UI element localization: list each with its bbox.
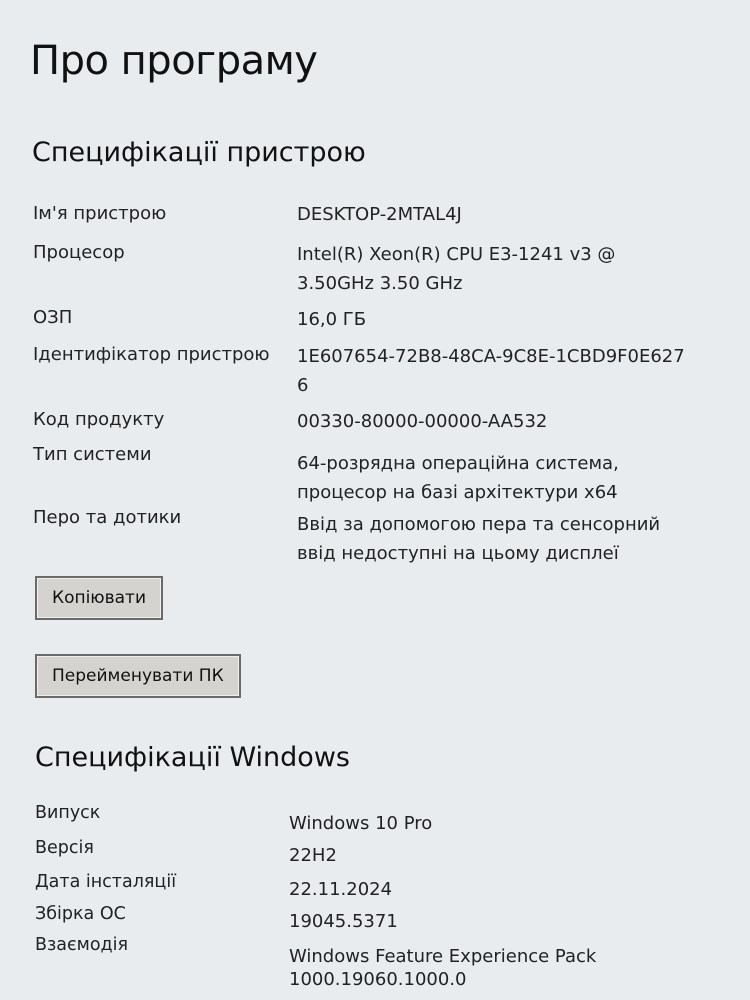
spec-value: Windows 10 Pro	[289, 813, 433, 834]
spec-label: Перо та дотики	[33, 507, 182, 528]
spec-value: 22H2	[289, 845, 337, 866]
spec-label: Ім'я пристрою	[33, 203, 167, 224]
spec-value: 1E607654-72B8-48CA-9C8E-1CBD9F0E6276	[297, 346, 685, 396]
copy-button[interactable]: Копіювати	[35, 576, 164, 620]
spec-value: 19045.5371	[289, 911, 398, 932]
spec-value: Ввід за допомогою пера та сенсорний ввід…	[297, 514, 661, 564]
spec-label: Ідентифікатор пристрою	[33, 344, 270, 365]
spec-value: 00330-80000-00000-AA532	[297, 411, 548, 432]
page-title: Про програму	[30, 38, 318, 84]
spec-value: DESKTOP-2MTAL4J	[297, 204, 462, 225]
spec-value: 16,0 ГБ	[297, 309, 367, 330]
device-specs-heading: Специфікації пристрою	[32, 137, 366, 168]
spec-value: 64-розрядна операційна система, процесор…	[297, 453, 619, 503]
spec-label: ОЗП	[33, 307, 73, 328]
spec-label: Процесор	[33, 242, 125, 263]
spec-label: Випуск	[35, 803, 101, 823]
spec-label: Дата інсталяції	[35, 872, 177, 892]
windows-specs-heading: Специфікації Windows	[35, 742, 350, 773]
rename-pc-button[interactable]: Перейменувати ПК	[35, 654, 241, 698]
spec-label: Збірка ОС	[35, 904, 126, 924]
spec-label: Взаємодія	[35, 935, 129, 955]
spec-label: Тип системи	[33, 444, 152, 465]
spec-value: Intel(R) Xeon(R) CPU E3-1241 v3 @ 3.50GH…	[297, 244, 616, 294]
spec-value: Windows Feature Experience Pack 1000.190…	[289, 946, 597, 990]
spec-label: Код продукту	[33, 409, 165, 430]
spec-label: Версія	[35, 838, 94, 858]
spec-value: 22.11.2024	[289, 879, 393, 900]
